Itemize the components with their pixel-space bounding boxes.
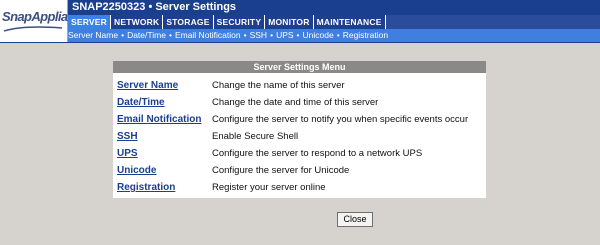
tab-monitor[interactable]: MONITOR bbox=[265, 15, 314, 29]
subnav-date-time[interactable]: Date/Time bbox=[127, 29, 166, 42]
ssh-link[interactable]: SSH bbox=[117, 131, 138, 142]
menu-row-ups: UPS Configure the server to respond to a… bbox=[113, 146, 486, 163]
title-bar: SNAP2250323 • Server Settings bbox=[68, 0, 600, 15]
tab-maintenance[interactable]: MAINTENANCE bbox=[313, 15, 386, 29]
tab-server[interactable]: SERVER bbox=[68, 15, 112, 29]
menu-description: Configure the server to notify you when … bbox=[212, 114, 469, 125]
menu-row-registration: Registration Register your server online bbox=[113, 180, 486, 197]
menu-description: Configure the server to respond to a net… bbox=[212, 148, 423, 159]
menu-description: Change the name of this server bbox=[212, 80, 345, 91]
tab-network[interactable]: NETWORK bbox=[111, 15, 164, 29]
menu-row-server-name: Server Name Change the name of this serv… bbox=[113, 78, 486, 95]
logo: SnapAppliance bbox=[0, 0, 89, 42]
subnav-separator: • bbox=[296, 30, 300, 40]
menu-row-unicode: Unicode Configure the server for Unicode bbox=[113, 163, 486, 180]
close-button[interactable]: Close bbox=[337, 212, 373, 227]
sub-nav-bar: Server Name • Date/Time • Email Notifica… bbox=[68, 29, 600, 42]
server-name-link[interactable]: Server Name bbox=[117, 80, 178, 91]
page-title: SNAP2250323 • Server Settings bbox=[72, 1, 237, 13]
header-divider bbox=[0, 42, 600, 43]
menu-description: Configure the server for Unicode bbox=[212, 165, 350, 176]
subnav-server-name[interactable]: Server Name bbox=[68, 29, 118, 42]
menu-description: Change the date and time of this server bbox=[212, 97, 379, 108]
sub-nav: Server Name • Date/Time • Email Notifica… bbox=[68, 29, 388, 42]
subnav-separator: • bbox=[243, 30, 247, 40]
tab-storage[interactable]: STORAGE bbox=[163, 15, 214, 29]
subnav-email-notification[interactable]: Email Notification bbox=[175, 29, 241, 42]
registration-link[interactable]: Registration bbox=[117, 182, 175, 193]
menu-title: Server Settings Menu bbox=[113, 61, 486, 73]
subnav-separator: • bbox=[121, 30, 125, 40]
server-settings-menu: Server Settings Menu Server Name Change … bbox=[113, 61, 486, 198]
subnav-separator: • bbox=[168, 30, 172, 40]
menu-row-date-time: Date/Time Change the date and time of th… bbox=[113, 95, 486, 112]
subnav-separator: • bbox=[336, 30, 340, 40]
logo-swoosh-icon bbox=[4, 26, 62, 32]
subnav-separator: • bbox=[270, 30, 274, 40]
ups-link[interactable]: UPS bbox=[117, 148, 138, 159]
subnav-ups[interactable]: UPS bbox=[276, 29, 293, 42]
subnav-ssh[interactable]: SSH bbox=[250, 29, 267, 42]
app-header: SnapAppliance SNAP2250323 • Server Setti… bbox=[0, 0, 600, 42]
menu-description: Enable Secure Shell bbox=[212, 131, 299, 142]
subnav-unicode[interactable]: Unicode bbox=[303, 29, 334, 42]
tab-security[interactable]: SECURITY bbox=[213, 15, 266, 29]
date-time-link[interactable]: Date/Time bbox=[117, 97, 165, 108]
main-nav-tabs: SERVER NETWORK STORAGE SECURITY MONITOR … bbox=[68, 15, 600, 29]
unicode-link[interactable]: Unicode bbox=[117, 165, 156, 176]
menu-row-email-notification: Email Notification Configure the server … bbox=[113, 112, 486, 129]
email-notification-link[interactable]: Email Notification bbox=[117, 114, 201, 125]
subnav-registration[interactable]: Registration bbox=[343, 29, 388, 42]
menu-row-ssh: SSH Enable Secure Shell bbox=[113, 129, 486, 146]
menu-description: Register your server online bbox=[212, 182, 326, 193]
